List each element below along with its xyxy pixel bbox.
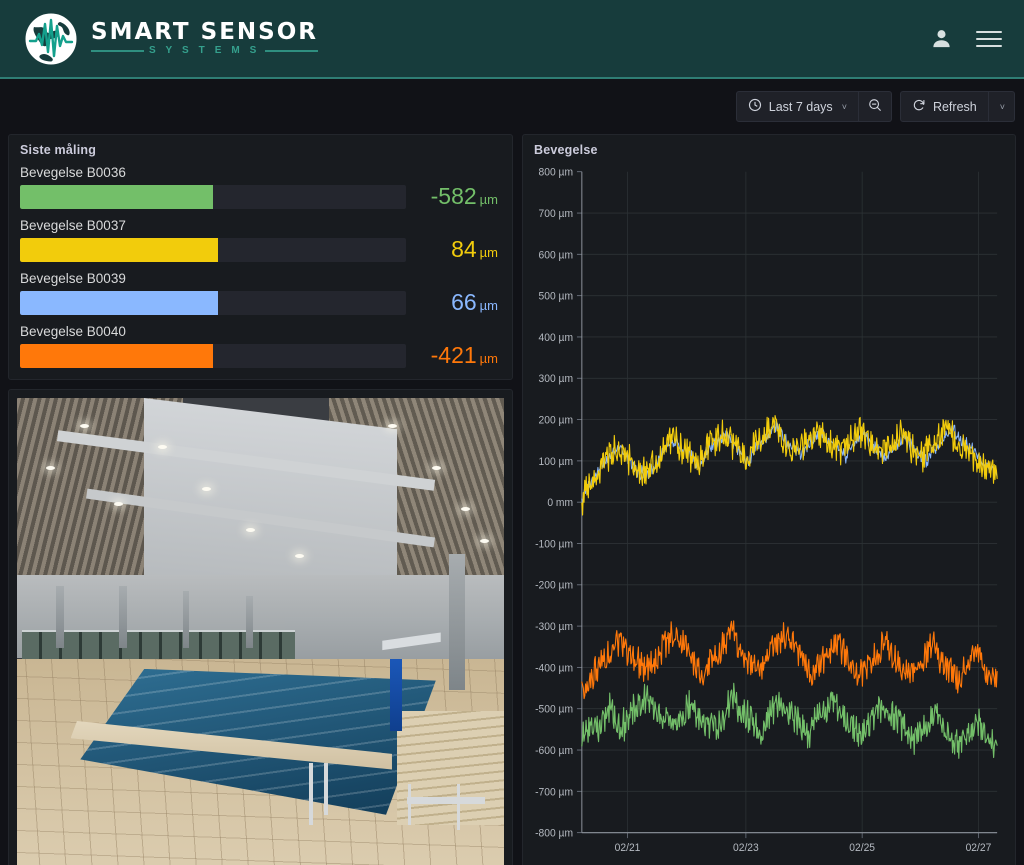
svg-text:02/25: 02/25 [849,842,875,855]
refresh-label: Refresh [933,100,977,114]
zoom-out-icon [868,98,882,115]
dashboard-toolbar: Last 7 days ˅ Refresh ˅ [0,79,1024,134]
gauge-fill [20,185,213,209]
chevron-down-icon: ˅ [842,102,847,112]
svg-text:200 µm: 200 µm [539,414,573,427]
svg-text:-600 µm: -600 µm [535,744,573,757]
hamburger-menu-icon[interactable] [976,26,1002,52]
gauge-item: Bevegelse B0037 84µm [20,218,501,263]
gauge-value-unit: µm [480,298,498,313]
time-range-group: Last 7 days ˅ [736,91,892,122]
gauge-value: 66µm [406,289,501,316]
svg-text:02/27: 02/27 [966,842,992,855]
gauge-label: Bevegelse B0040 [20,324,501,339]
panel-title-latest-measurement: Siste måling [9,135,512,161]
svg-text:800 µm: 800 µm [539,166,573,179]
svg-text:-300 µm: -300 µm [535,621,573,634]
gauge-track[interactable] [20,291,406,315]
brand-subtitle: S Y S T E M S [149,46,260,56]
chart-legend: Bevegelse B0036 Bevegelse B0037 Bevegels… [523,861,1015,865]
gauge-label: Bevegelse B0036 [20,165,501,180]
brand-rule-right [265,50,318,52]
zoom-out-button[interactable] [859,91,892,122]
svg-text:0 mm: 0 mm [547,497,573,510]
gauge-track[interactable] [20,185,406,209]
svg-text:100 µm: 100 µm [539,455,573,468]
refresh-button[interactable]: Refresh [900,91,989,122]
svg-text:-400 µm: -400 µm [535,662,573,675]
svg-text:600 µm: 600 µm [539,249,573,262]
header-actions [928,26,1002,52]
svg-text:-800 µm: -800 µm [535,827,573,840]
svg-text:-200 µm: -200 µm [535,579,573,592]
site-photo-panel [8,389,513,865]
gauge-value-unit: µm [480,351,498,366]
timeseries-chart[interactable]: 800 µm 700 µm 600 µm 500 µm 400 µm 300 µm 200 … [527,163,1003,861]
refresh-group: Refresh ˅ [900,91,1015,122]
panel-title-bevegelse: Bevegelse [523,135,1015,161]
gauge-value-number: 66 [451,289,477,315]
gauge-value-number: -421 [431,342,477,368]
latest-measurement-panel: Siste måling Bevegelse B0036 -582µm Beve… [8,134,513,380]
refresh-interval-dropdown[interactable]: ˅ [989,91,1015,122]
gauge-fill [20,291,218,315]
gauge-value-number: -582 [431,183,477,209]
svg-text:500 µm: 500 µm [539,290,573,303]
clock-icon [748,98,762,115]
gauge-track[interactable] [20,344,406,368]
chart-plot-area[interactable]: 800 µm 700 µm 600 µm 500 µm 400 µm 300 µm 200 … [523,161,1015,861]
svg-text:-500 µm: -500 µm [535,703,573,716]
time-range-label: Last 7 days [769,100,833,114]
gauge-list: Bevegelse B0036 -582µm Bevegelse B0037 [9,161,512,379]
right-column: Bevegelse 800 µm 700 µm 600 µm 500 µm 400 µm… [522,134,1016,865]
gauge-value: -582µm [406,183,501,210]
gauge-label: Bevegelse B0037 [20,218,501,233]
svg-text:02/23: 02/23 [733,842,759,855]
svg-text:300 µm: 300 µm [539,373,573,386]
gauge-fill [20,238,218,262]
gauge-track[interactable] [20,238,406,262]
movement-chart-panel: Bevegelse 800 µm 700 µm 600 µm 500 µm 400 µm… [522,134,1016,865]
svg-text:400 µm: 400 µm [539,331,573,344]
brand-title: SMART SENSOR [91,21,318,44]
brand-logo[interactable]: SMART SENSOR S Y S T E M S [24,12,318,66]
gauge-fill [20,344,213,368]
brand-rule-left [91,50,144,52]
refresh-icon [912,98,926,115]
gauge-item: Bevegelse B0039 66µm [20,271,501,316]
left-column: Siste måling Bevegelse B0036 -582µm Beve… [8,134,513,865]
globe-waveform-icon [24,12,78,66]
time-range-picker[interactable]: Last 7 days ˅ [736,91,859,122]
gauge-value: -421µm [406,342,501,369]
gauge-item: Bevegelse B0036 -582µm [20,165,501,210]
dashboard-content: Siste måling Bevegelse B0036 -582µm Beve… [0,134,1024,865]
swimming-pool-photo [17,398,504,865]
chevron-down-icon: ˅ [1000,102,1005,112]
svg-text:-100 µm: -100 µm [535,538,573,551]
gauge-item: Bevegelse B0040 -421µm [20,324,501,369]
svg-text:-700 µm: -700 µm [535,786,573,799]
user-icon[interactable] [928,26,954,52]
gauge-value-unit: µm [480,192,498,207]
gauge-value-number: 84 [451,236,477,262]
gauge-value: 84µm [406,236,501,263]
svg-text:700 µm: 700 µm [539,207,573,220]
svg-text:02/21: 02/21 [615,842,641,855]
gauge-label: Bevegelse B0039 [20,271,501,286]
gauge-value-unit: µm [480,245,498,260]
app-header: SMART SENSOR S Y S T E M S [0,0,1024,79]
